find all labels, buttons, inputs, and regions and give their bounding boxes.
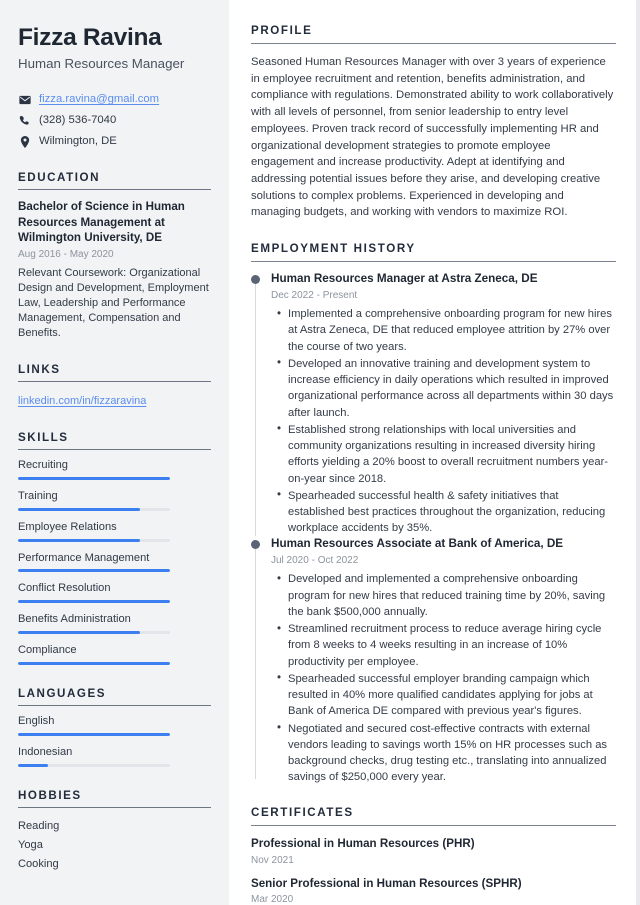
language-item: English <box>18 715 211 736</box>
skill-meter-fill <box>18 507 140 511</box>
link-item-linkedin[interactable]: linkedin.com/in/fizzaravina <box>18 395 146 407</box>
skill-meter-fill <box>18 631 140 635</box>
employment-bullets: Implemented a comprehensive onboarding p… <box>271 306 616 536</box>
employment-bullet: Developed an innovative training and dev… <box>277 355 616 421</box>
skill-meter-track <box>18 476 170 480</box>
page-title: Fizza Ravina <box>18 24 162 51</box>
skill-item: Compliance <box>18 644 211 665</box>
skill-meter-fill <box>18 538 140 542</box>
languages-heading: LANGUAGES <box>18 687 211 706</box>
contact-list: fizza.ravina@gmail.com (328) 536-7040 Wi… <box>18 92 211 149</box>
skill-meter-fill <box>18 661 170 665</box>
skill-label: Employee Relations <box>18 520 117 533</box>
contact-phone-text: (328) 536-7040 <box>39 114 117 127</box>
section-employment-history: EMPLOYMENT HISTORY Human Resources Manag… <box>251 242 616 785</box>
hobby-item: Reading <box>18 819 60 832</box>
skill-meter-fill <box>18 600 170 604</box>
contact-email-text[interactable]: fizza.ravina@gmail.com <box>39 93 159 107</box>
employment-bullet: Developed and implemented a comprehensiv… <box>277 571 616 620</box>
language-meter-track <box>18 763 170 767</box>
employment-date: Jul 2020 - Oct 2022 <box>271 555 359 567</box>
contact-location-text: Wilmington, DE <box>39 135 117 148</box>
page-edge-divider <box>636 0 640 905</box>
language-meter-track <box>18 732 170 736</box>
skill-label: Recruiting <box>18 458 68 471</box>
section-education: EDUCATION Bachelor of Science in Human R… <box>18 171 211 341</box>
skill-meter-track <box>18 600 170 604</box>
envelope-icon <box>18 95 31 105</box>
skill-item: Performance Management <box>18 552 211 573</box>
education-description: Relevant Coursework: Organizational Desi… <box>18 266 209 339</box>
employment-title: Human Resources Associate at Bank of Ame… <box>271 537 564 551</box>
language-label: Indonesian <box>18 745 73 758</box>
contact-item-email[interactable]: fizza.ravina@gmail.com <box>18 92 211 107</box>
section-hobbies: HOBBIES Reading Yoga Cooking <box>18 789 211 874</box>
employment-item: Human Resources Manager at Astra Zeneca,… <box>251 272 616 537</box>
section-languages: LANGUAGES English Indonesian <box>18 687 211 767</box>
certificate-date: Nov 2021 <box>251 854 294 866</box>
map-pin-icon <box>18 135 31 148</box>
profile-text: Seasoned Human Resources Manager with ov… <box>251 56 614 219</box>
employment-bullet: Streamlined recruitment process to reduc… <box>277 621 616 670</box>
employment-bullet: Spearheaded successful health & safety i… <box>277 487 616 537</box>
skill-item: Training <box>18 490 211 511</box>
skill-label: Compliance <box>18 644 77 657</box>
skill-item: Employee Relations <box>18 521 211 542</box>
skill-item: Recruiting <box>18 459 211 480</box>
hobby-item: Yoga <box>18 838 43 851</box>
section-profile: PROFILE Seasoned Human Resources Manager… <box>251 24 616 221</box>
skill-meter-fill <box>18 476 170 480</box>
phone-icon <box>18 115 31 126</box>
employment-item: Human Resources Associate at Bank of Ame… <box>251 537 616 785</box>
section-skills: SKILLS Recruiting Training Employee Rela… <box>18 431 211 665</box>
language-item: Indonesian <box>18 746 211 767</box>
sidebar: Fizza Ravina Human Resources Manager fiz… <box>0 0 229 905</box>
links-heading: LINKS <box>18 363 211 382</box>
main-column: PROFILE Seasoned Human Resources Manager… <box>229 0 640 905</box>
profile-heading: PROFILE <box>251 24 616 44</box>
language-label: English <box>18 714 55 727</box>
skill-meter-track <box>18 538 170 542</box>
certificate-title: Senior Professional in Human Resources (… <box>251 876 522 890</box>
contact-item-phone: (328) 536-7040 <box>18 113 211 128</box>
skill-item: Conflict Resolution <box>18 582 211 604</box>
candidate-job-title: Human Resources Manager <box>18 56 185 72</box>
section-certificates: CERTIFICATES Professional in Human Resou… <box>251 806 616 905</box>
skills-heading: SKILLS <box>18 431 211 450</box>
skill-meter-track <box>18 569 170 573</box>
education-heading: EDUCATION <box>18 171 211 191</box>
certificate-title: Professional in Human Resources (PHR) <box>251 837 475 851</box>
education-degree: Bachelor of Science in Human Resources M… <box>18 200 185 245</box>
certificate-item: Professional in Human Resources (PHR) No… <box>251 836 616 866</box>
skill-meter-track <box>18 661 170 665</box>
employment-bullet: Spearheaded successful employer branding… <box>277 670 616 720</box>
employment-bullet: Implemented a comprehensive onboarding p… <box>277 306 616 355</box>
employment-bullet: Negotiated and secured cost-effective co… <box>277 720 616 786</box>
employment-bullet: Established strong relationships with lo… <box>277 421 616 487</box>
resume-page: Fizza Ravina Human Resources Manager fiz… <box>0 0 640 905</box>
skill-label: Benefits Administration <box>18 613 131 626</box>
hobby-item: Cooking <box>18 857 59 870</box>
certificate-item: Senior Professional in Human Resources (… <box>251 876 616 905</box>
certificates-heading: CERTIFICATES <box>251 806 616 827</box>
skill-meter-fill <box>18 569 170 573</box>
skill-meter-track <box>18 507 170 511</box>
language-meter-fill <box>18 732 170 736</box>
skill-item: Benefits Administration <box>18 613 211 635</box>
certificate-date: Mar 2020 <box>251 893 294 905</box>
education-date: Aug 2016 - May 2020 <box>18 248 114 260</box>
section-links: LINKS linkedin.com/in/fizzaravina <box>18 363 211 409</box>
employment-bullets: Developed and implemented a comprehensiv… <box>271 571 616 785</box>
language-meter-fill <box>18 763 49 767</box>
employment-heading: EMPLOYMENT HISTORY <box>251 242 616 263</box>
skill-label: Training <box>18 489 58 502</box>
skill-label: Performance Management <box>18 551 150 564</box>
employment-title: Human Resources Manager at Astra Zeneca,… <box>271 272 538 286</box>
contact-item-location: Wilmington, DE <box>18 134 211 149</box>
employment-date: Dec 2022 - Present <box>271 290 358 302</box>
hobbies-heading: HOBBIES <box>18 789 211 808</box>
skill-label: Conflict Resolution <box>18 582 111 595</box>
skill-meter-track <box>18 631 170 635</box>
